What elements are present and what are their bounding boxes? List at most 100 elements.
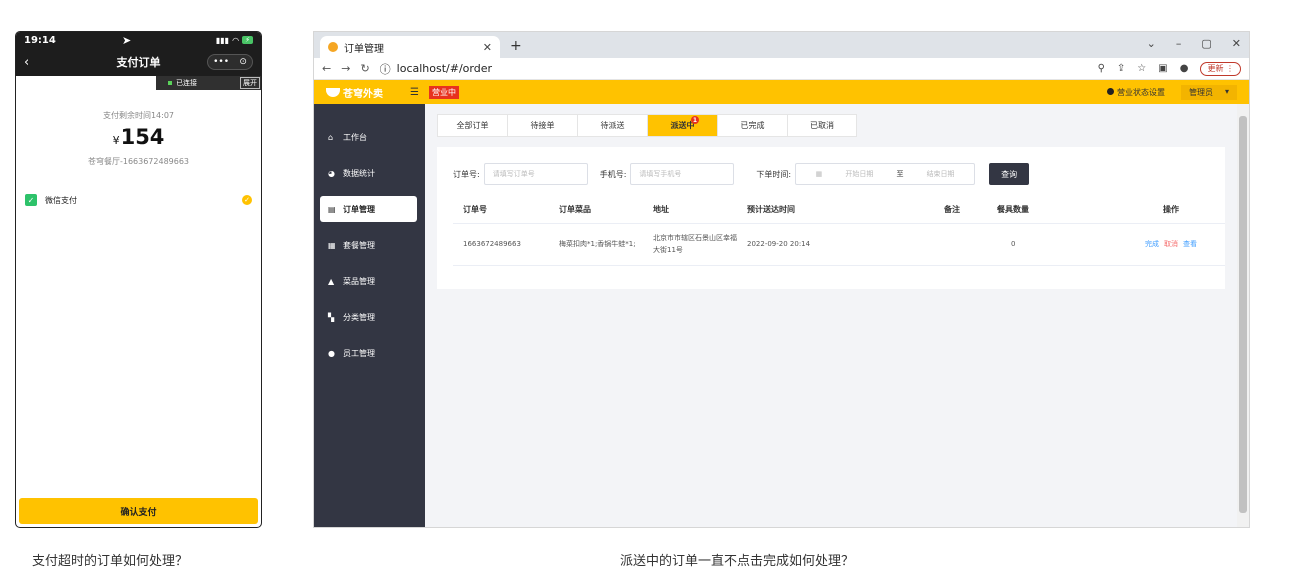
order-tab[interactable]: 待接单 — [507, 114, 577, 137]
sidebar-item[interactable]: ◕ 数据统计 — [320, 160, 417, 186]
end-date-placeholder: 结束日期 — [926, 170, 955, 178]
pay-method-wechat[interactable]: ✓ 微信支付 ✓ — [16, 192, 261, 208]
sidebar-item-label: 工作台 — [343, 132, 367, 142]
share-icon[interactable]: ⇪ — [1117, 63, 1125, 74]
connected-label: 已连接 — [176, 79, 197, 87]
sidebar-item[interactable]: ● 员工管理 — [320, 340, 417, 366]
main-content: 全部订单 待接单 待派送 派送中 1 已完成 已取消 订单号: 请填写订单号 手机号: 请填… — [425, 104, 1237, 527]
reload-icon[interactable]: ↻ — [360, 62, 369, 75]
sidebar-item[interactable]: ▲ 菜品管理 — [320, 268, 417, 294]
phone-input[interactable]: 请填写手机号 — [630, 163, 735, 185]
order-tab-label: 已取消 — [810, 121, 834, 130]
mini-program-capsule[interactable]: ••• ⊙ — [207, 54, 253, 70]
update-button[interactable]: 更新 ⋮ — [1200, 61, 1241, 76]
cell-dishes: 梅菜扣肉*1;香锅牛蛙*1; — [549, 223, 643, 266]
filter-bar: 订单号: 请填写订单号 手机号: 请填写手机号 下单时间: ▦ 开始日期 至 结… — [453, 163, 1209, 185]
url-text: localhost/#/order — [396, 62, 492, 75]
order-tab[interactable]: 已完成 — [717, 114, 787, 137]
column-header: 餐具数量 — [987, 197, 1107, 224]
cell-order-no: 1663672489663 — [453, 223, 549, 266]
sidebar-item[interactable]: ⌂ 工作台 — [320, 124, 417, 150]
sidebar-item[interactable]: ▦ 套餐管理 — [320, 232, 417, 258]
favicon-icon — [328, 42, 338, 52]
store-settings-link[interactable]: 营业状态设置 — [1106, 87, 1165, 98]
logo-text: 苍穹外卖 — [343, 88, 383, 100]
phone-status-bar: 19:14 ➤ ▮▮▮ ◠ ⚡ — [16, 32, 261, 48]
view-button[interactable]: 查看 — [1183, 240, 1197, 248]
admin-dropdown[interactable]: 管理员 ▾ — [1180, 84, 1237, 100]
new-tab-icon[interactable]: + — [510, 38, 522, 54]
business-status-badge: 营业中 — [428, 85, 459, 99]
staff-icon: ● — [328, 348, 335, 358]
sidebar-item-label: 分类管理 — [343, 312, 375, 322]
close-window-icon[interactable]: ✕ — [1232, 37, 1241, 50]
order-tab[interactable]: 全部订单 — [437, 114, 507, 137]
connected-dot-icon — [168, 81, 172, 85]
menu-toggle-icon[interactable]: ☰ — [410, 87, 419, 98]
clock-icon — [1106, 87, 1114, 95]
status-time: 19:14 — [24, 34, 56, 46]
amount-value: 154 — [120, 125, 165, 149]
sidebar-item[interactable]: ▚ 分类管理 — [320, 304, 417, 330]
wechat-pay-icon: ✓ — [25, 194, 37, 206]
scrollbar[interactable] — [1237, 104, 1249, 527]
cell-ops: 完成 取消 查看 — [1107, 223, 1225, 266]
sidebar-item-label: 订单管理 — [343, 204, 375, 214]
cell-address: 北京市市辖区石景山区幸福大街11号 — [643, 223, 737, 266]
scrollbar-thumb[interactable] — [1239, 116, 1247, 513]
order-table: 订单号 订单菜品 地址 预计送达时间 备注 餐具数量 操作 1663672489663 梅菜扣… — [453, 197, 1225, 266]
tab-count-badge: 1 — [691, 116, 699, 124]
order-status-tabs: 全部订单 待接单 待派送 派送中 1 已完成 已取消 — [437, 114, 1225, 137]
app-logo: 苍穹外卖 — [326, 85, 410, 100]
more-icon[interactable]: ••• — [213, 57, 229, 67]
browser-tab[interactable]: 订单管理 ✕ — [320, 36, 500, 58]
confirm-pay-button[interactable]: 确认支付 — [19, 498, 258, 524]
date-range-picker[interactable]: ▦ 开始日期 至 结束日期 — [795, 163, 976, 185]
minimize-icon[interactable]: – — [1176, 37, 1182, 50]
date-range-separator: 至 — [896, 170, 904, 178]
phone-label: 手机号: — [599, 169, 627, 179]
tab-search-icon[interactable]: ⌄ — [1147, 37, 1156, 50]
order-tab-label: 待接单 — [530, 121, 555, 130]
order-panel: 订单号: 请填写订单号 手机号: 请填写手机号 下单时间: ▦ 开始日期 至 结… — [437, 147, 1225, 289]
table-row: 1663672489663 梅菜扣肉*1;香锅牛蛙*1; 北京市市辖区石景山区幸福大… — [453, 223, 1225, 266]
phone-nav-bar: ‹ 支付订单 ••• ⊙ — [16, 48, 261, 76]
order-tab[interactable]: 已取消 — [787, 114, 857, 137]
sidebar-item-label: 菜品管理 — [343, 276, 375, 286]
battery-icon: ⚡ — [242, 36, 253, 44]
sidebar-item-label: 数据统计 — [343, 168, 375, 178]
order-no-input[interactable]: 请填写订单号 — [483, 163, 588, 185]
order-tab[interactable]: 待派送 — [577, 114, 647, 137]
back-arrow-icon[interactable]: ← — [322, 62, 331, 75]
column-header: 地址 — [643, 197, 737, 224]
back-icon[interactable]: ‹ — [24, 55, 29, 70]
complete-button[interactable]: 完成 — [1145, 240, 1159, 248]
profile-icon[interactable]: ● — [1180, 63, 1189, 74]
app-header: 苍穹外卖 ☰ 营业中 营业状态设置 管理员 ▾ — [314, 80, 1249, 104]
search-button[interactable]: 查询 — [989, 163, 1030, 185]
close-target-icon[interactable]: ⊙ — [239, 57, 247, 67]
tab-close-icon[interactable]: ✕ — [483, 41, 492, 54]
url-field[interactable]: ⓘ localhost/#/order — [380, 61, 1088, 77]
sidebar: ⌂ 工作台 ◕ 数据统计 ▤ 订单管理 ▦ 套餐管理 ▲ 菜品管理 ▚ 分类管理 ● 员工管理 — [314, 104, 425, 527]
order-tab[interactable]: 派送中 1 — [647, 114, 717, 137]
sidebar-item[interactable]: ▤ 订单管理 — [320, 196, 417, 222]
cell-eta: 2022-09-20 20:14 — [737, 223, 907, 266]
side-panel-icon[interactable]: ▣ — [1158, 63, 1167, 74]
signal-icon: ▮▮▮ — [215, 35, 230, 45]
remaining-time: 支付剩余时间14:07 — [102, 111, 175, 120]
caret-down-icon: ▾ — [1224, 86, 1229, 96]
cancel-button[interactable]: 取消 — [1164, 240, 1178, 248]
restore-icon[interactable]: ▢ — [1201, 37, 1211, 50]
table-body: 1663672489663 梅菜扣肉*1;香锅牛蛙*1; 北京市市辖区石景山区幸福大… — [453, 223, 1225, 266]
combo-icon: ▦ — [328, 240, 336, 250]
cell-remark — [907, 223, 987, 266]
bookmark-star-icon[interactable]: ☆ — [1137, 63, 1146, 74]
order-no-label: 订单号: — [453, 169, 480, 179]
wifi-icon: ◠ — [232, 35, 240, 45]
forward-arrow-icon[interactable]: → — [341, 62, 350, 75]
expand-button[interactable]: 展开 — [240, 77, 260, 89]
zoom-icon[interactable]: ⚲ — [1098, 63, 1105, 74]
order-tab-label: 已完成 — [740, 121, 765, 130]
site-info-icon[interactable]: ⓘ — [380, 61, 391, 77]
